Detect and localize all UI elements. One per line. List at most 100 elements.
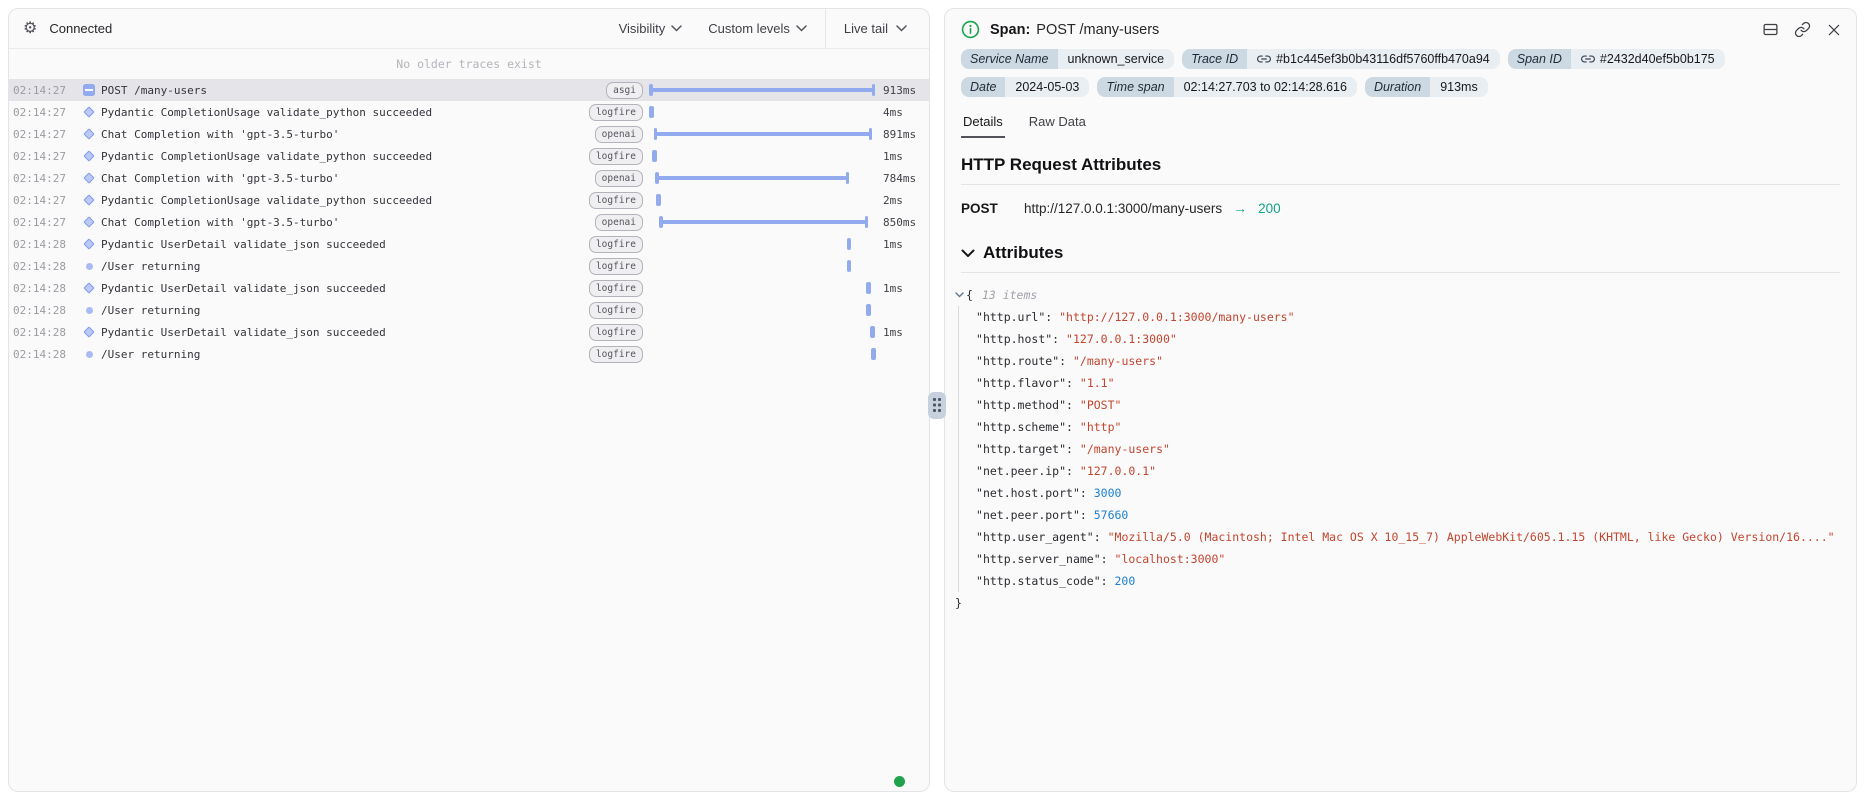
duration-bar-track <box>650 299 874 321</box>
trace-timestamp: 02:14:27 <box>13 150 77 163</box>
trace-row-label: /User returning <box>101 348 597 361</box>
trace-row[interactable]: 02:14:27 Chat Completion with 'gpt-3.5-t… <box>9 167 929 189</box>
http-method: POST <box>961 201 1024 216</box>
trace-row[interactable]: 02:14:27 Chat Completion with 'gpt-3.5-t… <box>9 123 929 145</box>
custom-levels-dropdown[interactable]: Custom levels <box>708 21 807 36</box>
trace-row-label: Chat Completion with 'gpt-3.5-turbo' <box>101 216 597 229</box>
metadata-badge: Span ID #2432d40ef5b0b175 <box>1508 49 1725 69</box>
attribute-value: 200 <box>1115 574 1136 588</box>
trace-row[interactable]: 02:14:28 Pydantic UserDetail validate_js… <box>9 233 929 255</box>
attributes-json-tree: { 13 items http.urlhttp://127.0.0.1:3000… <box>945 284 1856 614</box>
detail-tab[interactable]: Details <box>961 114 1005 138</box>
trace-row-toggle-icon[interactable] <box>77 263 101 270</box>
trace-row-toggle-icon[interactable] <box>77 174 101 182</box>
trace-row-toggle-icon[interactable] <box>77 328 101 336</box>
attribute-key: http.server_name <box>976 552 1115 566</box>
attribute-row: http.host127.0.0.1:3000 <box>976 328 1840 350</box>
chevron-down-icon <box>896 25 907 32</box>
trace-row-label: Pydantic UserDetail validate_json succee… <box>101 326 597 339</box>
attribute-row: net.peer.ip127.0.0.1 <box>976 460 1840 482</box>
span-metadata-badges: Service Name unknown_service Trace ID #b… <box>945 47 1825 97</box>
split-view-icon[interactable] <box>1762 21 1779 38</box>
trace-row-toggle-icon[interactable] <box>77 84 101 96</box>
duration-label: 4ms <box>874 106 929 119</box>
live-tail-dropdown[interactable]: Live tail <box>844 21 907 36</box>
http-request-attributes-heading: HTTP Request Attributes <box>961 155 1840 175</box>
duration-label: 850ms <box>874 216 929 229</box>
metadata-badge: Service Name unknown_service <box>961 49 1174 69</box>
scope-badge: logfire <box>589 192 643 209</box>
attribute-value: /many-users <box>1073 354 1163 368</box>
link-icon[interactable] <box>1581 52 1595 66</box>
duration-bar-track <box>650 233 874 255</box>
duration-bar <box>656 176 848 180</box>
trace-row-toggle-icon[interactable] <box>77 130 101 138</box>
duration-label: 891ms <box>874 128 929 141</box>
trace-row-toggle-icon[interactable] <box>77 108 101 116</box>
close-icon[interactable] <box>1826 22 1842 38</box>
attribute-key: http.status_code <box>976 574 1115 588</box>
span-header: Span: POST /many-users <box>945 9 1856 47</box>
panel-resize-handle[interactable] <box>928 392 946 419</box>
attribute-row: http.methodPOST <box>976 394 1840 416</box>
trace-row-toggle-icon[interactable] <box>77 284 101 292</box>
section-divider <box>961 272 1840 273</box>
duration-bar-track <box>650 343 874 365</box>
trace-row[interactable]: 02:14:28 /User returning logfire <box>9 255 929 277</box>
link-icon[interactable] <box>1257 52 1271 66</box>
metadata-badge-value: #2432d40ef5b0b175 <box>1571 49 1725 69</box>
visibility-dropdown[interactable]: Visibility <box>619 21 683 36</box>
trace-timestamp: 02:14:27 <box>13 216 77 229</box>
trace-row[interactable]: 02:14:28 /User returning logfire <box>9 299 929 321</box>
duration-bar-track <box>650 277 874 299</box>
chevron-down-icon <box>671 25 682 32</box>
trace-row[interactable]: 02:14:27 Chat Completion with 'gpt-3.5-t… <box>9 211 929 233</box>
scope-badge: logfire <box>589 280 643 297</box>
json-open-brace: { <box>966 284 973 306</box>
trace-timestamp: 02:14:27 <box>13 128 77 141</box>
trace-row[interactable]: 02:14:28 Pydantic UserDetail validate_js… <box>9 277 929 299</box>
duration-label: 1ms <box>874 150 929 163</box>
duration-bar-track <box>650 167 874 189</box>
detail-tabs: Details Raw Data <box>945 114 1856 138</box>
chevron-down-icon <box>796 25 807 32</box>
settings-gear-icon[interactable]: ⚙ <box>23 21 37 37</box>
duration-label: 2ms <box>874 194 929 207</box>
trace-row[interactable]: 02:14:27 Pydantic CompletionUsage valida… <box>9 101 929 123</box>
copy-link-icon[interactable] <box>1794 21 1811 38</box>
json-items-count: 13 items <box>982 284 1037 306</box>
attribute-value: http://127.0.0.1:3000/many-users <box>1059 310 1294 324</box>
span-title: POST /many-users <box>1036 22 1159 38</box>
trace-row[interactable]: 02:14:27 POST /many-users asgi 913ms <box>9 79 929 101</box>
duration-bar-track <box>650 145 874 167</box>
trace-row-toggle-icon[interactable] <box>77 196 101 204</box>
detail-tab[interactable]: Raw Data <box>1027 114 1088 138</box>
trace-row[interactable]: 02:14:27 Pydantic CompletionUsage valida… <box>9 189 929 211</box>
attribute-row: http.schemehttp <box>976 416 1840 438</box>
scope-badge: asgi <box>606 82 643 99</box>
duration-bar-track <box>650 321 874 343</box>
http-status-code: 200 <box>1258 201 1281 216</box>
http-request-summary: POST http://127.0.0.1:3000/many-users → … <box>945 200 1856 216</box>
trace-row-toggle-icon[interactable] <box>77 218 101 226</box>
trace-row[interactable]: 02:14:27 Pydantic CompletionUsage valida… <box>9 145 929 167</box>
info-icon <box>961 20 980 39</box>
trace-row[interactable]: 02:14:28 /User returning logfire <box>9 343 929 365</box>
attribute-row: net.host.port3000 <box>976 482 1840 504</box>
attribute-key: net.peer.port <box>976 508 1094 522</box>
trace-row-toggle-icon[interactable] <box>77 240 101 248</box>
json-collapse-chevron-icon[interactable] <box>955 292 964 298</box>
trace-row-label: Pydantic UserDetail validate_json succee… <box>101 238 597 251</box>
trace-row-toggle-icon[interactable] <box>77 351 101 358</box>
json-close-brace: } <box>955 592 1840 614</box>
attributes-collapse-chevron-icon[interactable] <box>961 249 975 258</box>
attribute-key: http.url <box>976 310 1059 324</box>
trace-row-toggle-icon[interactable] <box>77 152 101 160</box>
trace-row-toggle-icon[interactable] <box>77 307 101 314</box>
scope-badge: openai <box>595 126 643 143</box>
trace-row-label: Pydantic UserDetail validate_json succee… <box>101 282 597 295</box>
trace-row[interactable]: 02:14:28 Pydantic UserDetail validate_js… <box>9 321 929 343</box>
trace-timestamp: 02:14:27 <box>13 84 77 97</box>
trace-timestamp: 02:14:28 <box>13 304 77 317</box>
attribute-key: http.user_agent <box>976 530 1108 544</box>
